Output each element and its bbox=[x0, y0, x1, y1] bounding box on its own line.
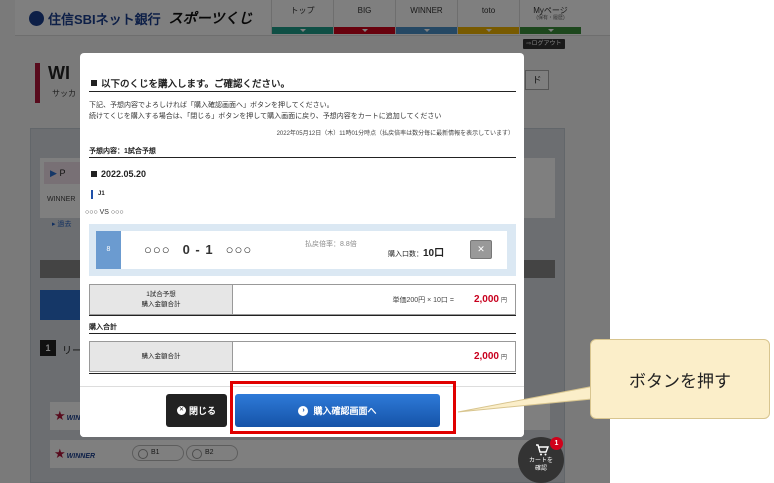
cart-count-badge: 1 bbox=[550, 437, 563, 450]
cart-icon bbox=[536, 444, 549, 456]
instruction-callout: ボタンを押す bbox=[590, 339, 770, 419]
